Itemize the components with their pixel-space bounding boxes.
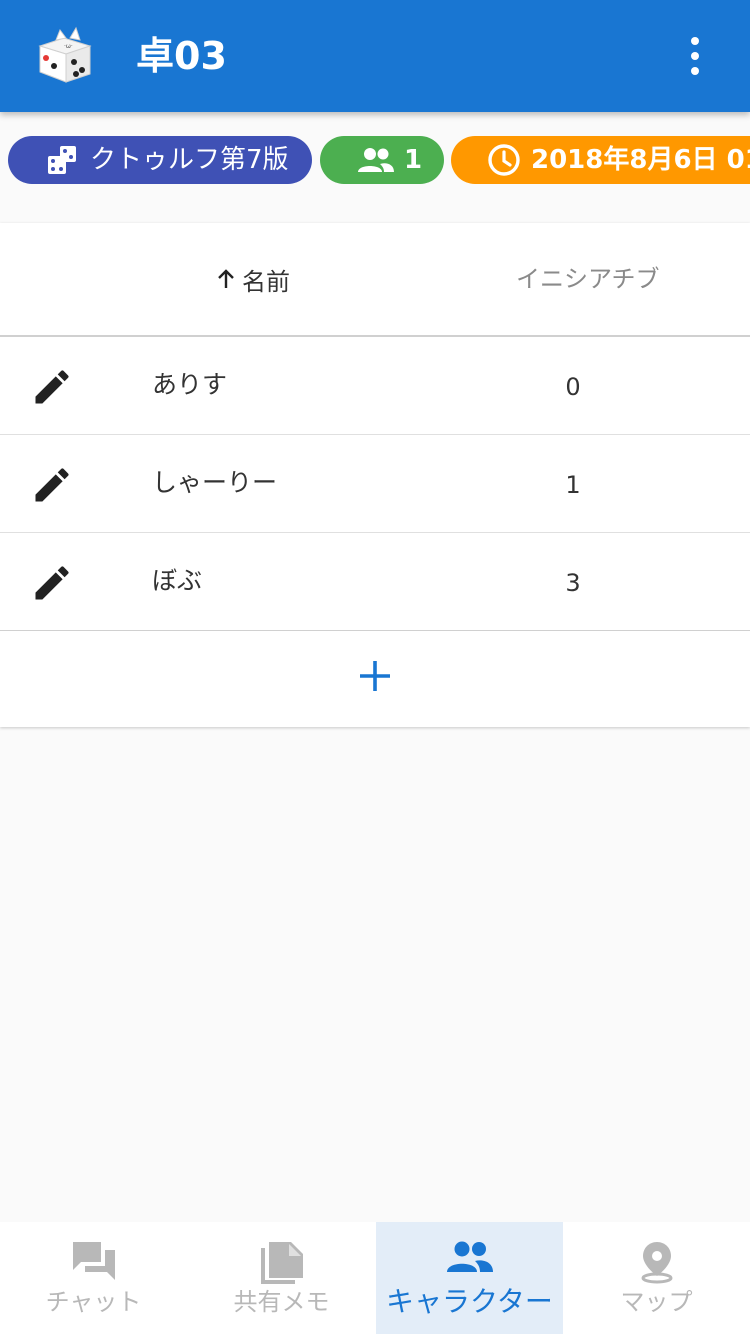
more-vert-icon[interactable] (672, 30, 718, 82)
dice-cat-logo: ·ω· (38, 26, 92, 83)
edit-pencil-icon[interactable] (30, 365, 74, 409)
arrow-up-icon (218, 269, 234, 288)
nav-item-chat[interactable]: チャット (0, 1222, 187, 1334)
add-character-button[interactable] (345, 646, 405, 706)
nav-label-chat: チャット (45, 1288, 142, 1316)
map-pin-icon (641, 1242, 672, 1284)
column-header-name-label: 名前 (242, 267, 290, 296)
nav-item-characters[interactable]: キャラクター (376, 1222, 563, 1334)
table-header: 名前 イニシアチブ (0, 223, 750, 337)
people-icon (358, 148, 394, 172)
people-icon (446, 1241, 493, 1272)
menu-dot (691, 52, 699, 60)
page-title: 卓03 (136, 34, 227, 78)
system-chip-label: クトゥルフ第7版 (90, 145, 289, 175)
time-chip[interactable]: 2018年8月6日 01:3 (451, 136, 750, 184)
nav-item-memo[interactable]: 共有メモ (188, 1222, 375, 1334)
svg-text:·ω·: ·ω· (64, 43, 73, 50)
table-row: しゃーりー 1 (0, 435, 750, 533)
memo-icon (260, 1242, 303, 1284)
clock-icon (488, 144, 520, 176)
menu-dot (691, 67, 699, 75)
dice-icon (48, 146, 76, 174)
table-row: ぼぶ 3 (0, 533, 750, 631)
character-initiative: 0 (565, 373, 581, 401)
plus-icon (360, 661, 390, 691)
bottom-navigation: チャット 共有メモ キャラクター マップ (0, 1222, 750, 1334)
character-name: しゃーりー (152, 468, 278, 497)
menu-dot (691, 37, 699, 45)
character-name: ぼぶ (152, 566, 203, 595)
users-chip[interactable]: 1 (320, 136, 444, 184)
edit-pencil-icon[interactable] (30, 561, 74, 605)
nav-label-characters: キャラクター (386, 1285, 553, 1318)
character-initiative: 3 (565, 569, 581, 597)
column-header-initiative[interactable]: イニシアチブ (516, 261, 660, 297)
table-row: ありす 0 (0, 337, 750, 435)
system-chip[interactable]: クトゥルフ第7版 (8, 136, 312, 184)
info-chips: クトゥルフ第7版 1 2018年8月6日 01:3 (0, 134, 750, 186)
nav-label-map: マップ (620, 1288, 693, 1316)
column-header-name[interactable]: 名前 (214, 261, 290, 297)
nav-item-map[interactable]: マップ (563, 1222, 750, 1334)
edit-pencil-icon[interactable] (30, 463, 74, 507)
character-initiative: 1 (565, 471, 581, 499)
character-table: 名前 イニシアチブ ありす 0 しゃーりー 1 ぼぶ 3 (0, 223, 750, 727)
users-chip-label: 1 (404, 145, 423, 175)
chat-icon (72, 1242, 115, 1280)
time-chip-label: 2018年8月6日 01:3 (531, 145, 750, 175)
nav-label-memo: 共有メモ (233, 1288, 330, 1316)
app-bar: ·ω· 卓03 (0, 0, 750, 112)
character-name: ありす (152, 370, 228, 399)
